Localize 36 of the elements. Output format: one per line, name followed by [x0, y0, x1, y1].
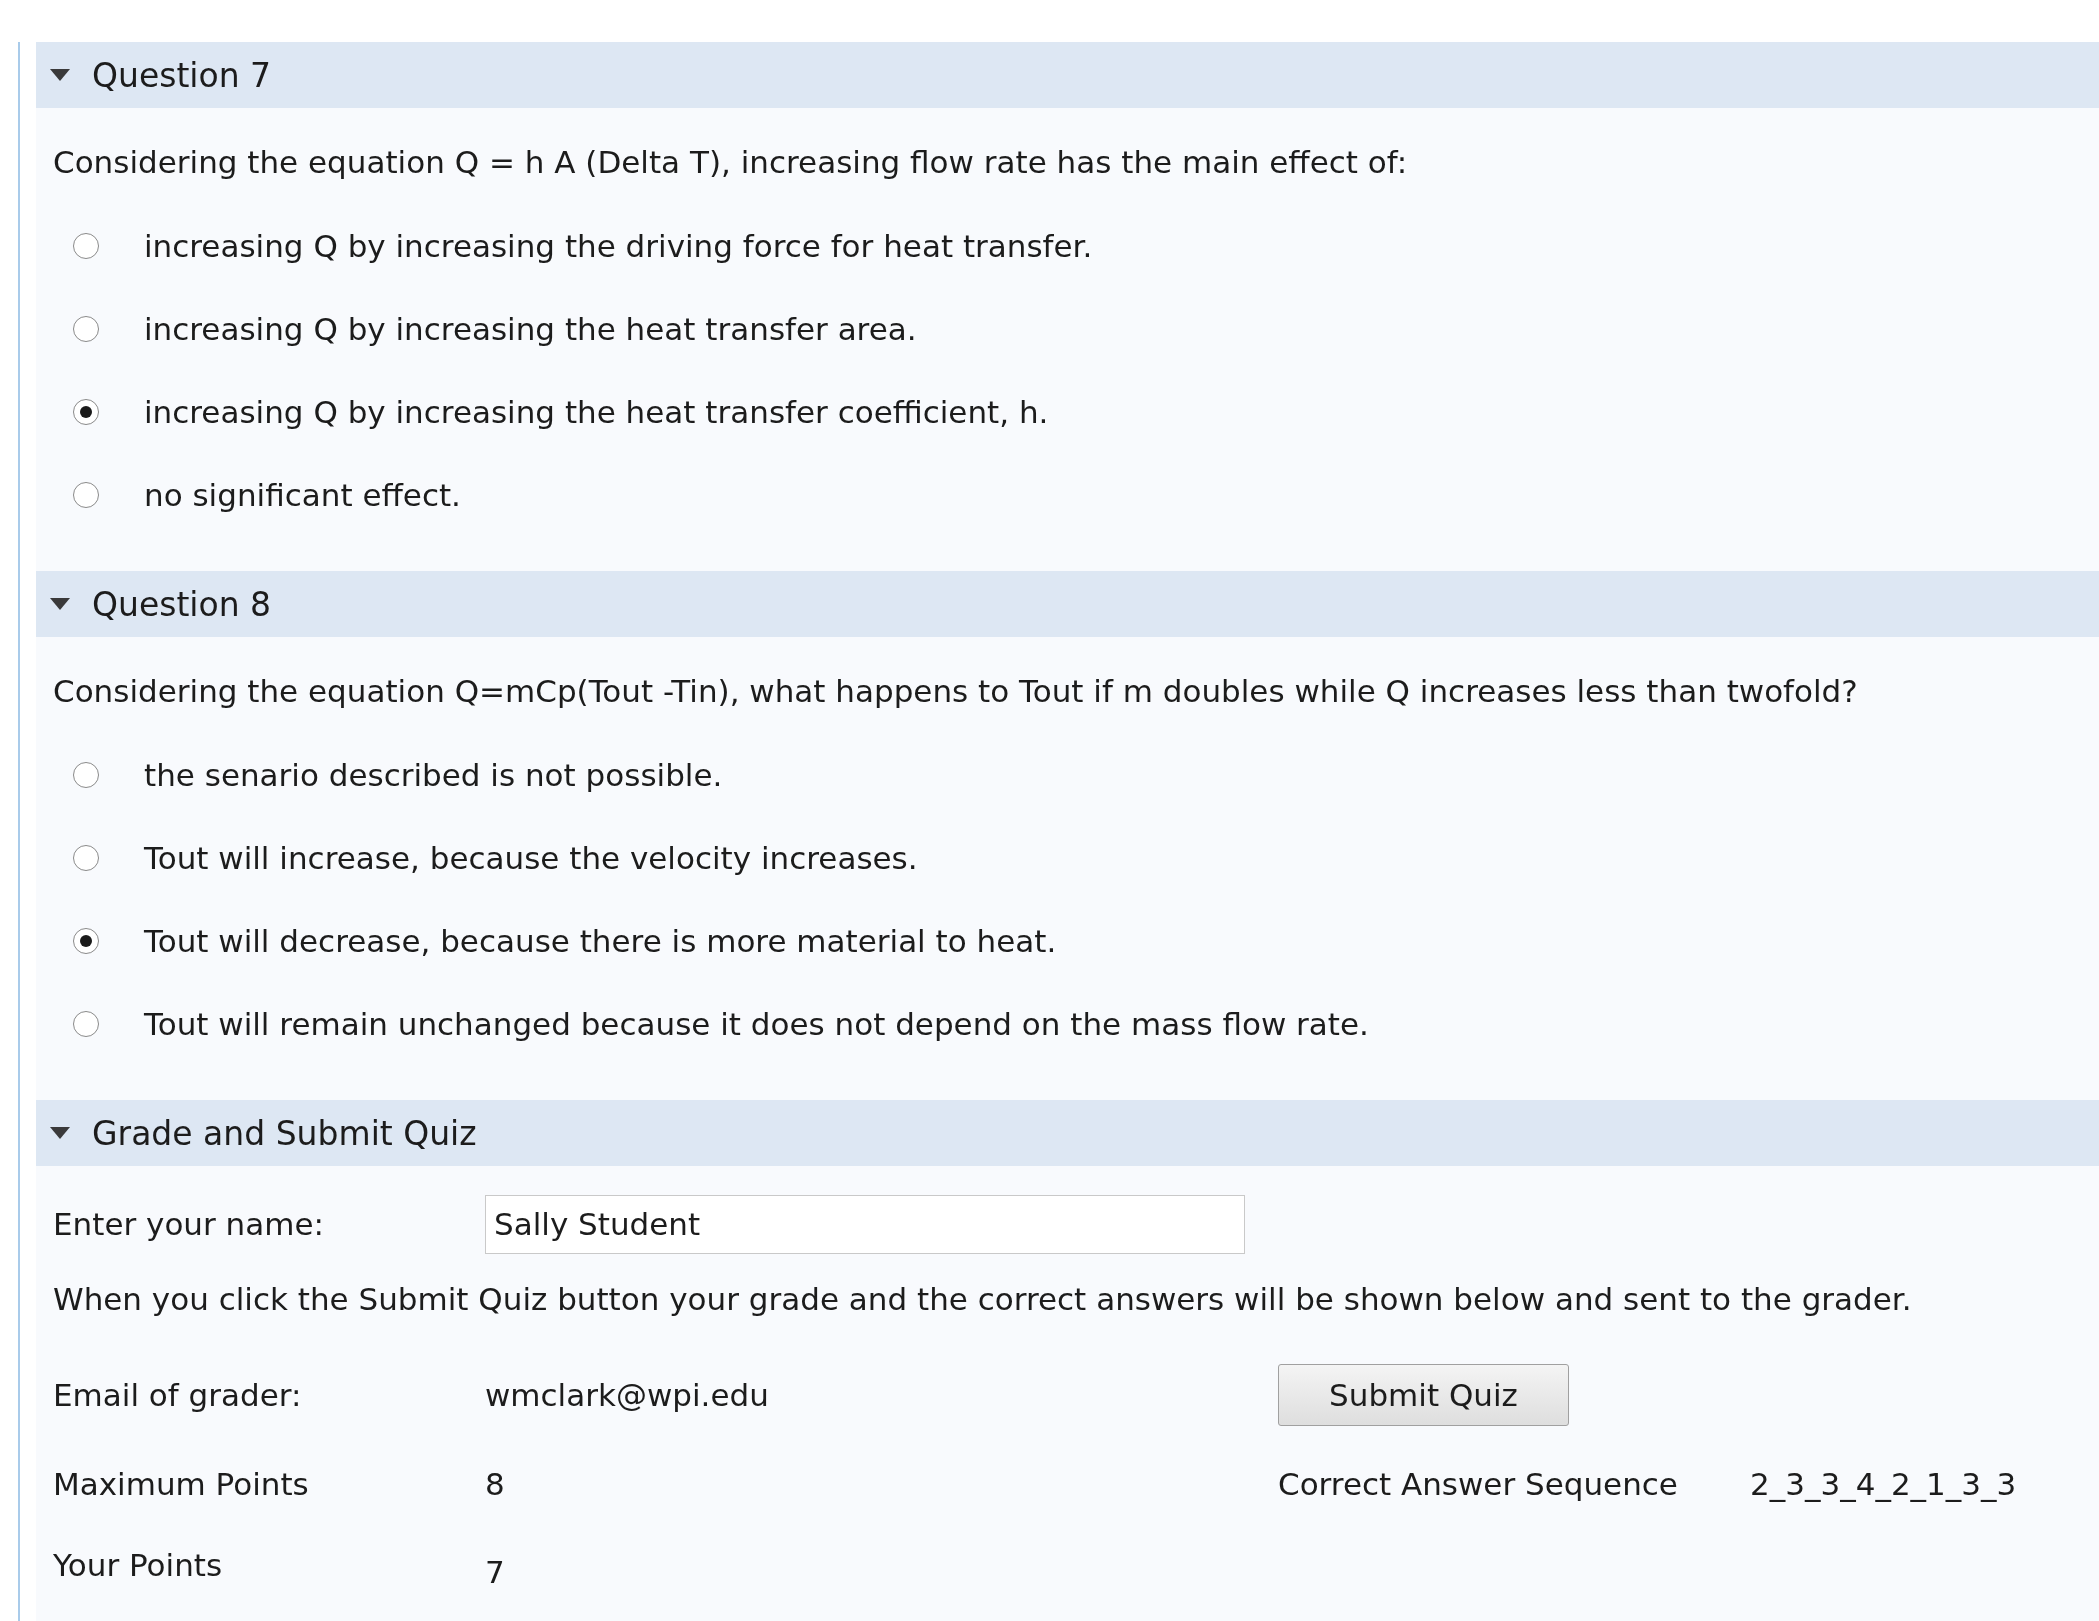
- radio-button[interactable]: [73, 761, 99, 788]
- field-label: Your Points: [53, 1547, 224, 1583]
- field-label: Maximum Points: [53, 1466, 310, 1502]
- option-label: no significant effect.: [144, 476, 461, 513]
- option-label: increasing Q by increasing the heat transfer area.: [144, 310, 917, 347]
- option-label: increasing Q by increasing the heat transfer coefficient, h.: [144, 393, 1049, 430]
- answer-sequence: 2_3_3_4_2_1_3_3: [1750, 1466, 2018, 1502]
- radio-button[interactable]: [73, 481, 99, 508]
- email-text: wmclark@wpi.edu: [485, 1377, 770, 1413]
- points-value: 7: [485, 1553, 506, 1590]
- radio-button[interactable]: [73, 927, 99, 954]
- option-label: increasing Q by increasing the driving force for heat transfer.: [144, 227, 1093, 264]
- section-title: Grade and Submit Quiz: [92, 1113, 477, 1153]
- option-label: Tout will increase, because the velocity increases.: [144, 839, 918, 876]
- name-field[interactable]: Sally Student: [485, 1194, 1245, 1254]
- section-header[interactable]: Grade and Submit Quiz: [36, 1100, 2099, 1166]
- field-label: Enter your name:: [53, 1206, 325, 1242]
- radio-button[interactable]: [73, 1010, 99, 1037]
- section-header[interactable]: Question 8: [36, 571, 2099, 637]
- radio-button[interactable]: [73, 844, 99, 871]
- question-text: Considering the equation Q=mCp(Tout -Tin), what happens to Tout if m doubles while Q increases less than twofold?: [53, 672, 1858, 711]
- section-title: Question 8: [92, 584, 272, 624]
- submit-button[interactable]: Submit Quiz: [1278, 1364, 1569, 1426]
- field-label: Email of grader:: [53, 1377, 303, 1413]
- section-title: Question 7: [92, 55, 272, 95]
- section-header[interactable]: Question 7: [36, 42, 2099, 108]
- option-label: Tout will remain unchanged because it does not depend on the mass flow rate.: [144, 1005, 1369, 1042]
- option-label: the senario described is not possible.: [144, 756, 723, 793]
- points-value: 8: [485, 1466, 506, 1502]
- field-label: Correct Answer Sequence: [1278, 1466, 1679, 1502]
- radio-button[interactable]: [73, 232, 99, 259]
- radio-button[interactable]: [73, 398, 99, 425]
- instruction-text: When you click the Submit Quiz button your grade and the correct answers will be shown below and sent to the grader.: [53, 1280, 1912, 1319]
- question-text: Considering the equation Q = h A (Delta T), increasing flow rate has the main effect of:: [53, 143, 1408, 182]
- radio-button[interactable]: [73, 315, 99, 342]
- option-label: Tout will decrease, because there is more material to heat.: [144, 922, 1057, 959]
